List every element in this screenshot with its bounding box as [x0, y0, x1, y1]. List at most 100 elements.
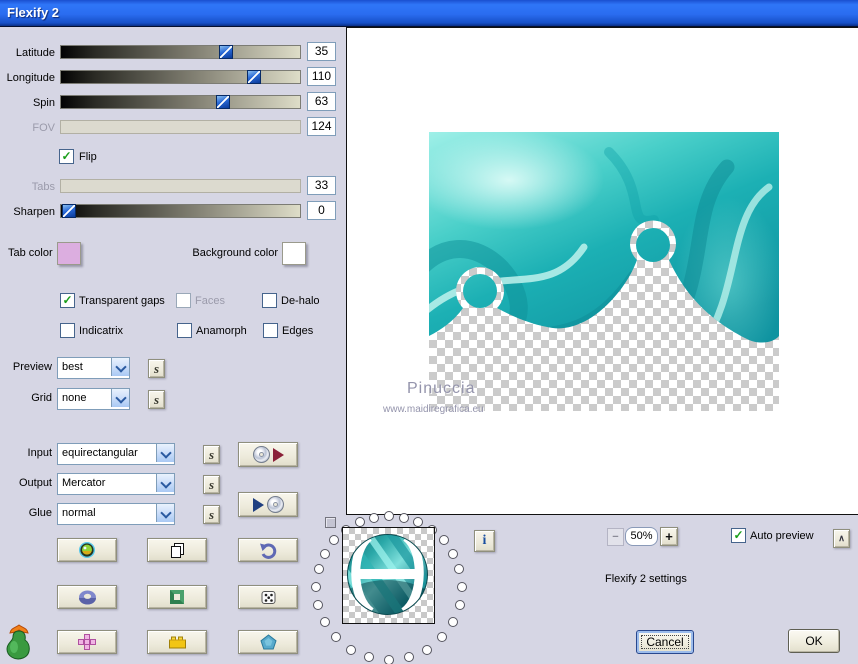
dial-dot[interactable]	[384, 655, 394, 664]
dial-dot[interactable]	[413, 517, 424, 528]
grid-select[interactable]: none	[57, 388, 130, 410]
output-label: Output	[18, 477, 52, 489]
glue-select-value: normal	[62, 507, 96, 519]
dial-dot[interactable]	[319, 548, 330, 559]
fov-value[interactable]: 124	[307, 117, 336, 136]
lego-brick-icon	[168, 636, 186, 648]
dial-dot[interactable]	[313, 564, 324, 575]
dial-handle[interactable]	[325, 517, 336, 528]
dial-dot[interactable]	[403, 652, 414, 663]
preview-canvas[interactable]: Pinuccia www.maidiregrafica.eu	[346, 27, 858, 515]
latitude-slider[interactable]	[60, 45, 301, 59]
dial-dot[interactable]	[364, 652, 375, 663]
background-color-swatch[interactable]	[282, 242, 306, 265]
dial-dot[interactable]	[456, 581, 467, 592]
chevron-down-icon[interactable]	[156, 444, 174, 462]
longitude-slider[interactable]	[60, 70, 301, 84]
sharpen-value[interactable]: 0	[307, 201, 336, 220]
grid-label: Grid	[31, 392, 52, 404]
longitude-slider-thumb[interactable]	[247, 70, 261, 84]
polyhedron-button[interactable]	[238, 630, 298, 654]
dial-dot[interactable]	[448, 548, 458, 559]
frame-button[interactable]	[147, 585, 207, 609]
dial-dot[interactable]	[331, 632, 342, 643]
dial-dot[interactable]	[438, 535, 449, 546]
dial-dot[interactable]	[346, 644, 357, 655]
edges-checkbox[interactable]	[263, 323, 278, 338]
randomize-button[interactable]	[238, 585, 298, 609]
anamorph-checkbox[interactable]	[177, 323, 192, 338]
sphere-thumbnail-icon	[347, 534, 428, 615]
input-random-button[interactable]: s	[203, 445, 220, 464]
spin-value[interactable]: 63	[307, 92, 336, 111]
dodecahedron-icon	[259, 634, 277, 650]
auto-preview-checkbox[interactable]: ✓	[731, 528, 746, 543]
disc-icon	[252, 446, 270, 463]
input-label: Input	[27, 447, 52, 459]
dial-dot[interactable]	[329, 535, 340, 546]
spin-slider-thumb[interactable]	[216, 95, 230, 109]
grid-random-button[interactable]: s	[148, 390, 165, 409]
output-select[interactable]: Mercator	[57, 473, 175, 495]
tab-color-swatch[interactable]	[57, 242, 81, 265]
spin-slider[interactable]	[60, 95, 301, 109]
zoom-out-button[interactable]: −	[607, 528, 624, 546]
play-right-blue-icon	[252, 497, 264, 512]
glue-select[interactable]: normal	[57, 503, 175, 525]
square-frame-icon	[170, 590, 184, 604]
dial-dot[interactable]	[354, 517, 365, 528]
dial-dot[interactable]	[454, 599, 465, 610]
chevron-down-icon[interactable]	[156, 504, 174, 522]
output-random-button[interactable]: s	[203, 475, 220, 494]
dial-dot[interactable]	[320, 617, 331, 628]
preview-image[interactable]	[429, 132, 779, 411]
dial-dot[interactable]	[447, 617, 458, 628]
undo-button[interactable]	[238, 538, 298, 562]
latitude-value[interactable]: 35	[307, 42, 336, 61]
dial-dot[interactable]	[421, 644, 432, 655]
torus-button[interactable]	[57, 585, 117, 609]
transparent-gaps-checkbox[interactable]: ✓	[60, 293, 75, 308]
chevron-down-icon[interactable]	[111, 358, 129, 376]
auto-preview-label: Auto preview	[750, 530, 814, 542]
preview-random-button[interactable]: s	[148, 359, 165, 378]
ok-button[interactable]: OK	[788, 629, 840, 653]
chevron-down-icon[interactable]	[156, 474, 174, 492]
dial-dot[interactable]	[398, 512, 409, 523]
snapshot-button[interactable]	[57, 538, 117, 562]
flaming-pear-logo[interactable]	[2, 623, 36, 664]
chevron-down-icon[interactable]	[111, 389, 129, 407]
dehalo-checkbox[interactable]	[262, 293, 277, 308]
brick-button[interactable]	[147, 630, 207, 654]
tabs-value[interactable]: 33	[307, 176, 336, 195]
load-settings-button[interactable]	[238, 442, 298, 467]
titlebar[interactable]: Flexify 2	[0, 0, 858, 27]
glue-label: Glue	[28, 507, 52, 519]
watermark-url: www.maidiregrafica.eu	[383, 404, 484, 415]
dial-dot[interactable]	[313, 599, 324, 610]
glue-random-button[interactable]: s	[203, 505, 220, 524]
grid-select-value: none	[62, 392, 87, 404]
indicatrix-checkbox[interactable]	[60, 323, 75, 338]
disc-icon	[266, 496, 284, 513]
save-settings-button[interactable]	[238, 492, 298, 517]
flip-checkbox[interactable]: ✓	[59, 149, 74, 164]
copy-button[interactable]	[147, 538, 207, 562]
preview-select[interactable]: best	[57, 357, 130, 379]
cancel-button[interactable]: Cancel	[636, 630, 694, 654]
collapse-button[interactable]: ∧	[833, 529, 850, 548]
cube-net-button[interactable]	[57, 630, 117, 654]
dial-dot[interactable]	[436, 632, 447, 643]
preset-thumbnail[interactable]	[342, 527, 435, 624]
copy-pages-icon	[170, 542, 184, 558]
dial-dot[interactable]	[369, 512, 380, 523]
latitude-slider-thumb[interactable]	[219, 45, 233, 59]
zoom-in-button[interactable]: +	[660, 527, 678, 546]
sharpen-slider-thumb[interactable]	[62, 204, 76, 218]
sharpen-slider[interactable]	[60, 204, 301, 218]
dial-dot[interactable]	[311, 581, 322, 592]
longitude-value[interactable]: 110	[307, 67, 336, 86]
dial-dot[interactable]	[384, 511, 394, 521]
dial-dot[interactable]	[454, 564, 465, 575]
input-select[interactable]: equirectangular	[57, 443, 175, 465]
